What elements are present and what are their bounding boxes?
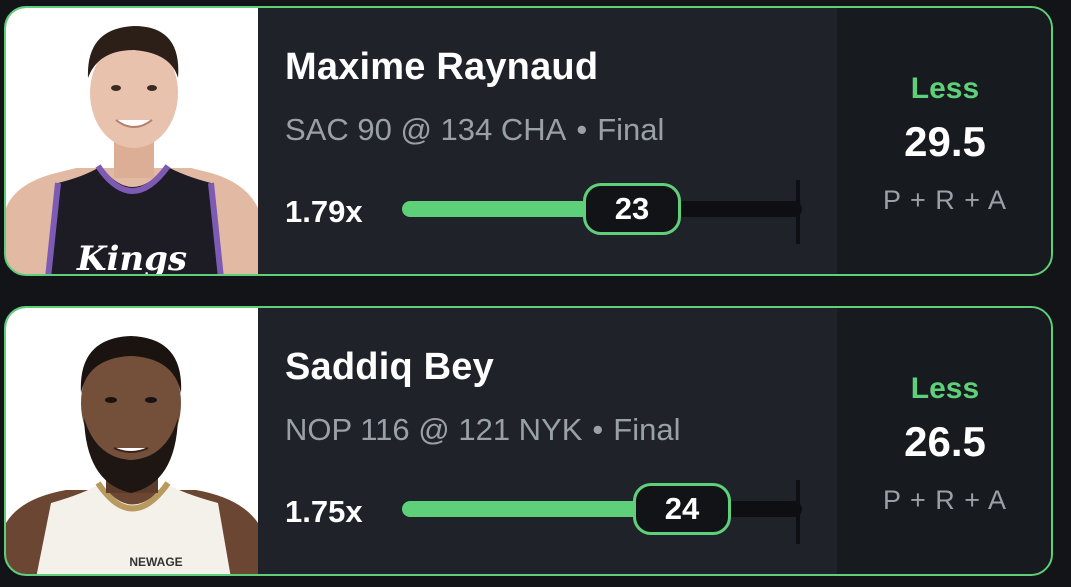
pick-direction: Less [910,372,980,405]
game-score: NOP 116 @ 121 NYK [285,412,583,447]
svg-text:Kings: Kings [76,239,187,276]
player-name: Saddiq Bey [285,346,494,388]
player-photo: Kings [6,8,258,276]
actual-stat-badge: 23 [583,183,681,235]
stat-type: P + R + A [882,185,1008,215]
pick-card[interactable]: Kings Maxime Raynaud SAC 90 @ 134 CHA • Fi… [4,6,1053,276]
pick-line: 26.5 [904,418,986,465]
game-status: Final [597,112,665,147]
separator-dot: • [592,412,604,447]
payout-multiplier: 1.79x [285,194,363,229]
stat-type: P + R + A [882,485,1008,515]
line-marker [796,480,800,544]
progress-track [402,501,802,517]
game-info: NOP 116 @ 121 NYK • Final [285,412,680,448]
separator-dot: • [576,112,588,147]
line-marker [796,180,800,244]
game-status: Final [613,412,681,447]
pick-panel: Less 29.5 P + R + A [837,8,1051,274]
player-name: Maxime Raynaud [285,46,599,88]
game-score: SAC 90 @ 134 CHA [285,112,567,147]
pick-card[interactable]: NEWAGE Saddiq Bey NOP 116 @ 121 NYK • Fina… [4,306,1053,576]
pick-line: 29.5 [904,118,986,165]
pick-direction: Less [910,72,980,105]
pick-panel: Less 26.5 P + R + A [837,308,1051,574]
game-info: SAC 90 @ 134 CHA • Final [285,112,664,148]
payout-multiplier: 1.75x [285,494,363,529]
actual-stat-badge: 24 [633,483,731,535]
svg-text:NEWAGE: NEWAGE [129,555,182,569]
player-photo: NEWAGE [6,308,258,574]
